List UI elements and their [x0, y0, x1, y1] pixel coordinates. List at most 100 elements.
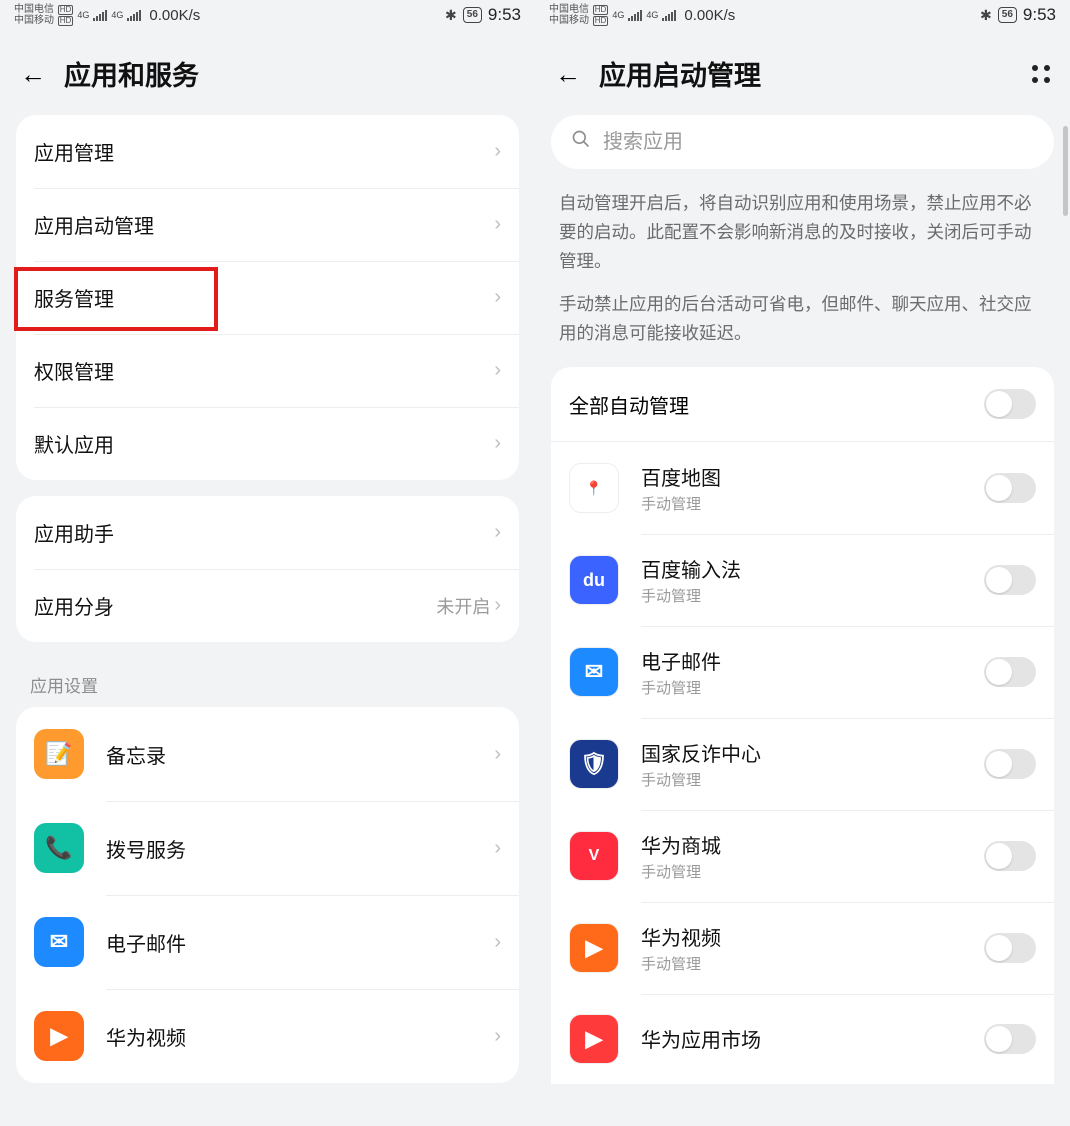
carrier-labels: 中国电信 HD 中国移动 HD — [549, 4, 608, 26]
row-label: 华为视频 — [106, 1022, 494, 1051]
network-speed: 0.00K/s — [684, 7, 735, 24]
row-app-notes[interactable]: 📝 备忘录 › — [16, 707, 519, 801]
app-sub: 手动管理 — [641, 493, 984, 514]
row-app-email[interactable]: ✉ 电子邮件 › — [16, 895, 519, 989]
app-name: 华为视频 — [641, 922, 984, 951]
app-sub: 手动管理 — [641, 585, 984, 606]
row-label: 电子邮件 — [106, 928, 494, 957]
shield-icon: 🛡 — [569, 739, 619, 789]
toggle[interactable] — [984, 657, 1036, 687]
app-name: 百度地图 — [641, 462, 984, 491]
signal-icon — [127, 9, 141, 21]
toggle-all[interactable] — [984, 389, 1036, 419]
highlight-annotation — [14, 267, 218, 331]
row-label: 应用分身 — [34, 591, 436, 620]
page-title: 应用启动管理 — [599, 54, 1014, 93]
toggle[interactable] — [984, 749, 1036, 779]
row-label: 应用管理 — [34, 137, 494, 166]
carrier-labels: 中国电信 HD 中国移动 HD — [14, 4, 73, 26]
toggle[interactable] — [984, 841, 1036, 871]
row-app-dialer[interactable]: 📞 拨号服务 › — [16, 801, 519, 895]
description-text-1: 自动管理开启后，将自动识别应用和使用场景，禁止应用不必要的启动。此配置不会影响新… — [535, 189, 1070, 290]
settings-group-2: 应用助手 › 应用分身 未开启 › — [16, 496, 519, 642]
app-name: 华为商城 — [641, 830, 984, 859]
app-name: 国家反诈中心 — [641, 738, 984, 767]
row-email[interactable]: ✉ 电子邮件手动管理 — [551, 626, 1054, 718]
row-app-launch-management[interactable]: 应用启动管理 › — [16, 188, 519, 261]
clock: 9:53 — [1023, 5, 1056, 25]
appgallery-icon: ▶ — [569, 1014, 619, 1064]
app-launch-list: 全部自动管理 📍 百度地图手动管理 du 百度输入法手动管理 ✉ 电子邮件手动管… — [551, 367, 1054, 1084]
row-label: 应用助手 — [34, 518, 494, 547]
chevron-right-icon: › — [494, 140, 501, 163]
search-icon — [571, 129, 591, 155]
page-title: 应用和服务 — [64, 54, 515, 93]
bluetooth-icon: ✱ — [980, 7, 992, 24]
row-huawei-appgallery[interactable]: ▶ 华为应用市场 — [551, 994, 1054, 1084]
vmall-icon: V — [569, 831, 619, 881]
more-icon[interactable] — [1032, 65, 1050, 83]
battery-icon: 56 — [463, 7, 482, 23]
net-indicator-icon: 4G — [111, 10, 123, 20]
row-baidu-maps[interactable]: 📍 百度地图手动管理 — [551, 442, 1054, 534]
search-box[interactable] — [551, 115, 1054, 169]
row-label: 备忘录 — [106, 740, 494, 769]
chevron-right-icon: › — [494, 213, 501, 236]
mail-icon: ✉ — [34, 917, 84, 967]
phone-icon: 📞 — [34, 823, 84, 873]
net-indicator-icon: 4G — [77, 10, 89, 20]
row-app-assistant[interactable]: 应用助手 › — [16, 496, 519, 569]
chevron-right-icon: › — [494, 432, 501, 455]
video-icon: ▶ — [34, 1011, 84, 1061]
row-huawei-video[interactable]: ▶ 华为视频手动管理 — [551, 902, 1054, 994]
row-app-management[interactable]: 应用管理 › — [16, 115, 519, 188]
row-baidu-ime[interactable]: du 百度输入法手动管理 — [551, 534, 1054, 626]
right-phone: 中国电信 HD 中国移动 HD 4G 4G 0.00K/s ✱ 56 9:53 … — [535, 0, 1070, 1126]
baidu-ime-icon: du — [569, 555, 619, 605]
chevron-right-icon: › — [494, 594, 501, 617]
clock: 9:53 — [488, 5, 521, 25]
row-huawei-mall[interactable]: V 华为商城手动管理 — [551, 810, 1054, 902]
network-speed: 0.00K/s — [149, 7, 200, 24]
mail-icon: ✉ — [569, 647, 619, 697]
status-bar: 中国电信 HD 中国移动 HD 4G 4G 0.00K/s ✱ 56 9:53 — [0, 0, 535, 28]
app-name: 百度输入法 — [641, 554, 984, 583]
chevron-right-icon: › — [494, 837, 501, 860]
row-anti-fraud[interactable]: 🛡 国家反诈中心手动管理 — [551, 718, 1054, 810]
app-name: 电子邮件 — [641, 646, 984, 675]
row-app-video[interactable]: ▶ 华为视频 › — [16, 989, 519, 1083]
row-app-twin[interactable]: 应用分身 未开启 › — [16, 569, 519, 642]
chevron-right-icon: › — [494, 286, 501, 309]
row-label: 应用启动管理 — [34, 210, 494, 239]
description-text-2: 手动禁止应用的后台活动可省电，但邮件、聊天应用、社交应用的消息可能接收延迟。 — [535, 290, 1070, 368]
chevron-right-icon: › — [494, 743, 501, 766]
chevron-right-icon: › — [494, 359, 501, 382]
net-indicator-icon: 4G — [612, 10, 624, 20]
back-icon[interactable]: ← — [20, 61, 46, 87]
row-all-auto-manage[interactable]: 全部自动管理 — [551, 367, 1054, 442]
section-label-app-settings: 应用设置 — [0, 658, 535, 707]
battery-icon: 56 — [998, 7, 1017, 23]
row-label: 默认应用 — [34, 429, 494, 458]
signal-icon — [93, 9, 107, 21]
video-icon: ▶ — [569, 923, 619, 973]
baidu-maps-icon: 📍 — [569, 463, 619, 513]
app-sub: 手动管理 — [641, 677, 984, 698]
row-label: 权限管理 — [34, 356, 494, 385]
toggle[interactable] — [984, 565, 1036, 595]
status-bar: 中国电信 HD 中国移动 HD 4G 4G 0.00K/s ✱ 56 9:53 — [535, 0, 1070, 28]
bluetooth-icon: ✱ — [445, 7, 457, 24]
row-default-apps[interactable]: 默认应用 › — [16, 407, 519, 480]
net-indicator-icon: 4G — [646, 10, 658, 20]
back-icon[interactable]: ← — [555, 61, 581, 87]
toggle[interactable] — [984, 473, 1036, 503]
row-value: 未开启 — [436, 593, 490, 619]
header-left: ← 应用和服务 — [0, 28, 535, 115]
row-permission-management[interactable]: 权限管理 › — [16, 334, 519, 407]
toggle[interactable] — [984, 933, 1036, 963]
app-sub: 手动管理 — [641, 953, 984, 974]
toggle[interactable] — [984, 1024, 1036, 1054]
search-input[interactable] — [603, 131, 1034, 154]
notes-icon: 📝 — [34, 729, 84, 779]
scrollbar[interactable] — [1063, 126, 1068, 216]
